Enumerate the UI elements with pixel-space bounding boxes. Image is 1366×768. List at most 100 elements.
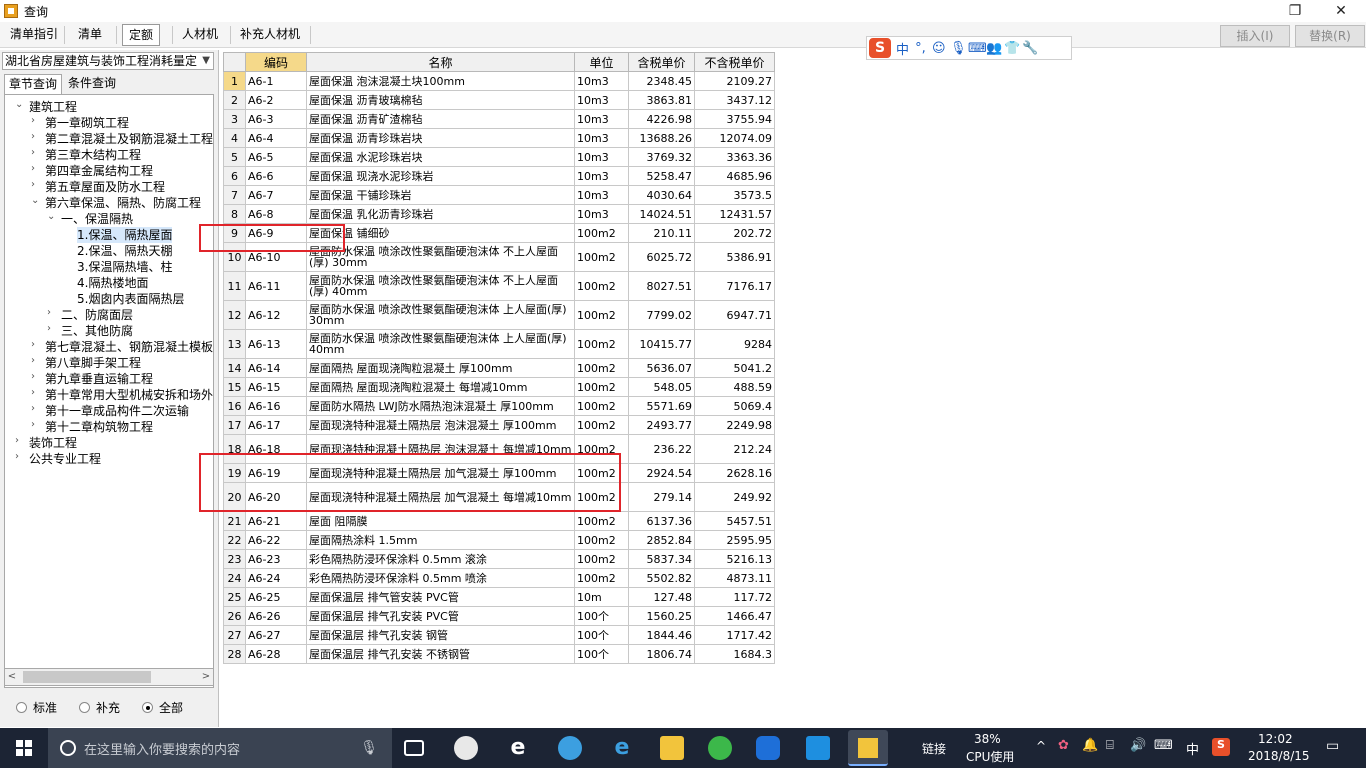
price-excl-tax-cell[interactable]: 3755.94 [694, 109, 775, 129]
price-excl-tax-cell[interactable]: 5041.2 [694, 358, 775, 378]
name-cell[interactable]: 屋面保温 现浇水泥珍珠岩 [306, 166, 575, 186]
price-incl-tax-cell[interactable]: 2493.77 [628, 415, 695, 435]
name-cell[interactable]: 屋面保温 沥青珍珠岩块 [306, 128, 575, 148]
chevron-right-icon[interactable]: › [31, 355, 41, 366]
chevron-right-icon[interactable]: › [31, 115, 41, 126]
table-row[interactable]: 3 A6-3 屋面保温 沥青矿渣棉毡 10m3 4226.98 3755.94 [223, 109, 775, 129]
name-cell[interactable]: 屋面保温 水泥珍珠岩块 [306, 147, 575, 167]
price-incl-tax-cell[interactable]: 8027.51 [628, 271, 695, 301]
price-incl-tax-cell[interactable]: 4226.98 [628, 109, 695, 129]
tray-chevron-up-icon[interactable]: ^ [1036, 739, 1046, 753]
code-cell[interactable]: A6-27 [245, 625, 307, 645]
punctuation-toggle[interactable]: °, [914, 41, 927, 56]
price-incl-tax-cell[interactable]: 5258.47 [628, 166, 695, 186]
file-explorer-icon[interactable] [660, 736, 684, 760]
row-index-cell[interactable]: 8 [223, 204, 246, 224]
name-cell[interactable]: 屋面保温 乳化沥青珍珠岩 [306, 204, 575, 224]
name-cell[interactable]: 屋面 阻隔膜 [306, 511, 575, 531]
price-incl-tax-cell[interactable]: 1806.74 [628, 644, 695, 664]
price-incl-tax-cell[interactable]: 6137.36 [628, 511, 695, 531]
price-excl-tax-cell[interactable]: 2628.16 [694, 463, 775, 483]
chevron-right-icon[interactable]: › [31, 339, 41, 350]
name-cell[interactable]: 屋面保温层 排气孔安装 钢管 [306, 625, 575, 645]
network-icon[interactable]: ⌸ [1106, 738, 1114, 753]
table-row[interactable]: 12 A6-12 屋面防水保温 喷涂改性聚氨酯硬泡沫体 上人屋面(厚) 30mm 10… [223, 300, 775, 330]
chevron-right-icon[interactable]: › [15, 435, 25, 446]
name-cell[interactable]: 屋面保温 铺细砂 [306, 223, 575, 243]
ime-lang-toggle[interactable]: 中 [896, 39, 909, 58]
price-excl-tax-cell[interactable]: 2109.27 [694, 71, 775, 91]
price-excl-tax-cell[interactable]: 202.72 [694, 223, 775, 243]
name-cell[interactable]: 屋面防水保温 喷涂改性聚氨酯硬泡沫体 不上人屋面(厚) 40mm [306, 271, 575, 301]
tree-item[interactable]: 装饰工程 [29, 435, 77, 451]
tree-item[interactable]: 第二章混凝土及钢筋混凝土工程 [45, 131, 213, 147]
unit-cell[interactable]: 10m [574, 587, 629, 607]
library-select[interactable]: 湖北省房屋建筑与装饰工程消耗量定 ▼ [2, 52, 214, 70]
tree-item[interactable]: 一、保温隔热 [61, 211, 133, 227]
plus-app-icon[interactable] [806, 736, 830, 760]
price-excl-tax-cell[interactable]: 5457.51 [694, 511, 775, 531]
code-cell[interactable]: A6-23 [245, 549, 307, 569]
shirt-icon[interactable]: 👕 [1004, 41, 1020, 56]
tray-flower-icon[interactable]: ✿ [1058, 738, 1069, 753]
tree-horizontal-scrollbar[interactable]: < > [4, 668, 214, 686]
name-cell[interactable]: 屋面保温 干铺珍珠岩 [306, 185, 575, 205]
table-row[interactable]: 4 A6-4 屋面保温 沥青珍珠岩块 10m3 13688.26 12074.09 [223, 128, 775, 148]
windows-start-icon[interactable] [0, 728, 48, 768]
row-index-cell[interactable]: 22 [223, 530, 246, 550]
code-cell[interactable]: A6-8 [245, 204, 307, 224]
price-excl-tax-cell[interactable]: 4685.96 [694, 166, 775, 186]
chevron-right-icon[interactable]: › [31, 163, 41, 174]
table-row[interactable]: 28 A6-28 屋面保温层 排气孔安装 不锈钢管 100个 1806.74 1684.3 [223, 644, 775, 664]
price-incl-tax-cell[interactable]: 2852.84 [628, 530, 695, 550]
table-row[interactable]: 26 A6-26 屋面保温层 排气孔安装 PVC管 100个 1560.25 1466.4… [223, 606, 775, 626]
internet-explorer-icon[interactable]: e [610, 736, 634, 760]
price-excl-tax-cell[interactable]: 488.59 [694, 377, 775, 397]
price-excl-tax-cell[interactable]: 249.92 [694, 482, 775, 512]
chevron-left-icon[interactable]: < [5, 669, 19, 685]
keyboard-icon[interactable]: ⌨ [1154, 738, 1173, 753]
table-row[interactable]: 7 A6-7 屋面保温 干铺珍珠岩 10m3 4030.64 3573.5 [223, 185, 775, 205]
row-index-cell[interactable]: 24 [223, 568, 246, 588]
column-header-unit[interactable]: 单位 [574, 52, 629, 72]
tab-chapter-search[interactable]: 章节查询 [4, 74, 63, 94]
tree-item[interactable]: 三、其他防腐 [61, 323, 133, 339]
row-index-cell[interactable]: 1 [223, 71, 246, 91]
emoji-icon[interactable]: ☺ [932, 41, 946, 56]
price-incl-tax-cell[interactable]: 279.14 [628, 482, 695, 512]
tree-item[interactable]: 第十二章构筑物工程 [45, 419, 153, 435]
tree-item[interactable]: 第十一章成品构件二次运输 [45, 403, 189, 419]
chevron-down-icon[interactable]: ⌄ [15, 99, 25, 110]
table-row[interactable]: 1 A6-1 屋面保温 泡沫混凝土块100mm 10m3 2348.45 2109.27 [223, 71, 775, 91]
tree-item[interactable]: 第六章保温、隔热、防腐工程 [45, 195, 201, 211]
name-cell[interactable]: 屋面防水保温 喷涂改性聚氨酯硬泡沫体 不上人屋面(厚) 30mm [306, 242, 575, 272]
table-row[interactable]: 8 A6-8 屋面保温 乳化沥青珍珠岩 10m3 14024.51 12431.57 [223, 204, 775, 224]
row-index-cell[interactable]: 23 [223, 549, 246, 569]
unit-cell[interactable]: 100m2 [574, 329, 629, 359]
replace-button[interactable]: 替换(R) [1295, 25, 1365, 47]
table-row[interactable]: 27 A6-27 屋面保温层 排气孔安装 钢管 100个 1844.46 1717.42 [223, 625, 775, 645]
clock-time[interactable]: 12:02 [1258, 732, 1293, 746]
price-incl-tax-cell[interactable]: 2924.54 [628, 463, 695, 483]
chevron-down-icon[interactable]: ⌄ [47, 211, 57, 222]
insert-button[interactable]: 插入(I) [1220, 25, 1290, 47]
action-center-icon[interactable]: ▭ [1326, 738, 1339, 754]
price-incl-tax-cell[interactable]: 210.11 [628, 223, 695, 243]
table-row[interactable]: 14 A6-14 屋面隔热 屋面现浇陶粒混凝土 厚100mm 100m2 5636.07… [223, 358, 775, 378]
taskbar-search[interactable]: 在这里输入你要搜索的内容 🎙 [48, 728, 392, 768]
code-cell[interactable]: A6-7 [245, 185, 307, 205]
chevron-right-icon[interactable]: › [47, 307, 57, 318]
tab-labor-material-machine[interactable]: 人材机 [176, 24, 224, 46]
price-excl-tax-cell[interactable]: 12431.57 [694, 204, 775, 224]
chevron-right-icon[interactable]: › [31, 147, 41, 158]
row-index-cell[interactable]: 5 [223, 147, 246, 167]
tree-item[interactable]: 公共专业工程 [29, 451, 101, 467]
code-cell[interactable]: A6-3 [245, 109, 307, 129]
tree-item[interactable]: 建筑工程 [29, 99, 77, 115]
price-excl-tax-cell[interactable]: 1466.47 [694, 606, 775, 626]
tree-item[interactable]: 二、防腐面层 [61, 307, 133, 323]
price-incl-tax-cell[interactable]: 6025.72 [628, 242, 695, 272]
close-button[interactable]: ✕ [1318, 0, 1364, 22]
volume-icon[interactable]: 🔊 [1130, 738, 1146, 753]
table-row[interactable]: 15 A6-15 屋面隔热 屋面现浇陶粒混凝土 每增减10mm 100m2 548.05… [223, 377, 775, 397]
